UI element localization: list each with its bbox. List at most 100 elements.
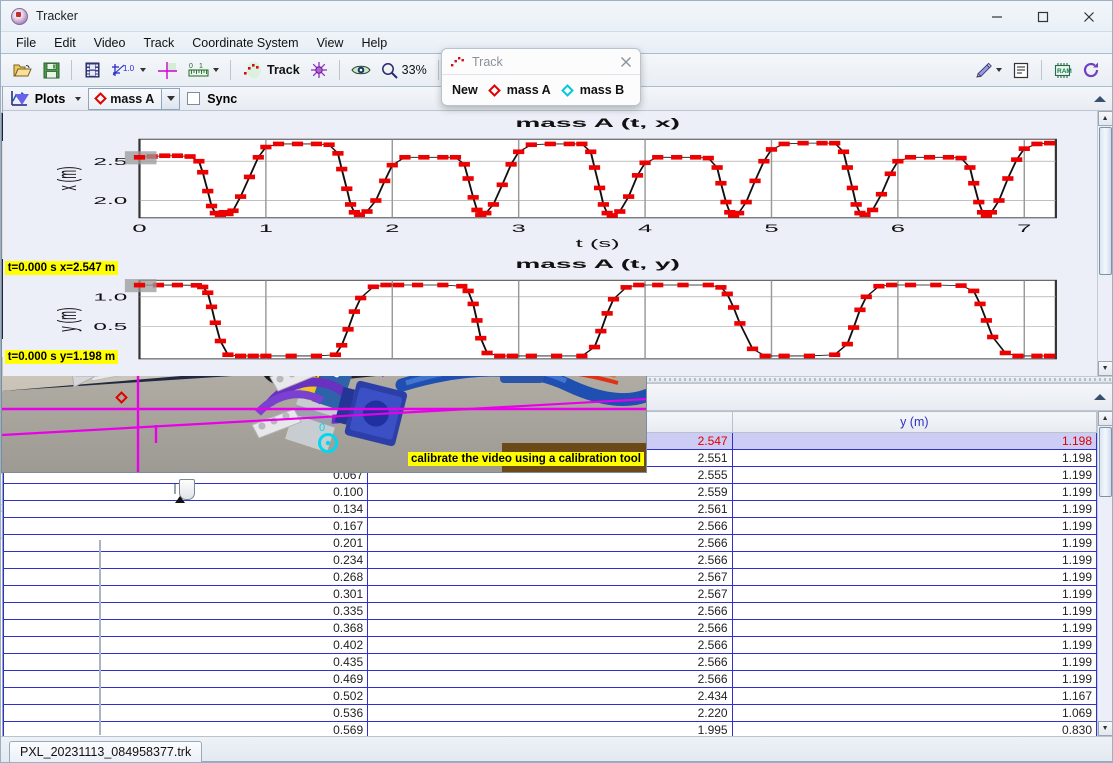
menu-video[interactable]: Video — [85, 34, 135, 52]
menu-coordinate-system[interactable]: Coordinate System — [183, 34, 307, 52]
track-popup[interactable]: Track New mass A mass B — [441, 48, 641, 106]
table-row[interactable]: 0.5362.2201.069 — [3, 705, 1096, 722]
table-cell-y[interactable]: 1.199 — [732, 603, 1096, 620]
table-row[interactable]: 0.3682.5661.199 — [3, 620, 1096, 637]
table-cell-t[interactable]: 0.435 — [3, 654, 367, 671]
table-cell-y[interactable]: 1.199 — [732, 671, 1096, 688]
plots-vertical-scrollbar[interactable]: ▲ ▼ — [1097, 111, 1112, 376]
table-cell-y[interactable]: 1.198 — [732, 433, 1096, 450]
plots-track-dropdown-arrow[interactable] — [161, 89, 179, 109]
world-view-canvas[interactable]: 0 0 — [99, 540, 101, 735]
menu-edit[interactable]: Edit — [45, 34, 85, 52]
menu-file[interactable]: File — [7, 34, 45, 52]
table-scroll-down-button[interactable]: ▼ — [1098, 721, 1113, 736]
coordinate-axes-icon[interactable] — [152, 57, 182, 83]
plots-menu-label[interactable]: Plots — [35, 92, 66, 106]
table-cell-x[interactable]: 1.995 — [368, 722, 732, 736]
table-row[interactable]: 0.1002.5591.199 — [3, 484, 1096, 501]
table-row[interactable]: 0.5022.4341.167 — [3, 688, 1096, 705]
track-item-mass-b[interactable]: mass B — [580, 83, 624, 97]
table-cell-t[interactable]: 0.368 — [3, 620, 367, 637]
menu-help[interactable]: Help — [352, 34, 396, 52]
table-cell-x[interactable]: 2.566 — [368, 552, 732, 569]
table-cell-t[interactable]: 0.167 — [3, 518, 367, 535]
scroll-up-button[interactable]: ▲ — [1098, 111, 1113, 126]
collapse-triangle-icon[interactable] — [1094, 394, 1106, 400]
table-row[interactable]: 0.1342.5611.199 — [3, 501, 1096, 518]
table-cell-y[interactable]: 1.199 — [732, 518, 1096, 535]
table-row[interactable]: 0.2342.5661.199 — [3, 552, 1096, 569]
table-row[interactable]: 0.4352.5661.199 — [3, 654, 1096, 671]
table-scroll-thumb[interactable] — [1099, 427, 1112, 497]
column-header-y[interactable]: y (m) — [732, 412, 1096, 433]
open-folder-icon[interactable] — [9, 57, 36, 83]
calibration-point-icon[interactable]: 1.0 — [107, 57, 150, 83]
chevron-down-icon[interactable] — [75, 97, 81, 101]
table-cell-x[interactable]: 2.220 — [368, 705, 732, 722]
table-cell-t[interactable]: 0.268 — [3, 569, 367, 586]
table-row[interactable]: 0.1672.5661.199 — [3, 518, 1096, 535]
table-cell-y[interactable]: 1.199 — [732, 620, 1096, 637]
chevron-down-icon[interactable] — [213, 68, 219, 72]
table-cell-x[interactable]: 2.567 — [368, 586, 732, 603]
tape-measure-icon[interactable]: 0 1 — [184, 57, 223, 83]
table-cell-t[interactable]: 0.536 — [3, 705, 367, 722]
minimize-button[interactable] — [974, 1, 1020, 32]
table-cell-t[interactable]: 0.402 — [3, 637, 367, 654]
film-strip-icon[interactable] — [79, 57, 105, 83]
table-row[interactable]: 0.3352.5661.199 — [3, 603, 1096, 620]
menu-view[interactable]: View — [308, 34, 353, 52]
table-cell-y[interactable]: 1.199 — [732, 586, 1096, 603]
table-cell-y[interactable]: 1.199 — [732, 467, 1096, 484]
table-cell-x[interactable]: 2.566 — [368, 620, 732, 637]
new-track-button[interactable]: New — [452, 83, 478, 97]
table-cell-x[interactable]: 2.559 — [368, 484, 732, 501]
table-vertical-scrollbar[interactable]: ▲ ▼ — [1097, 411, 1112, 736]
table-cell-y[interactable]: 1.199 — [732, 569, 1096, 586]
table-cell-y[interactable]: 1.199 — [732, 552, 1096, 569]
table-cell-y[interactable]: 1.198 — [732, 450, 1096, 467]
plots-scroll-thumb[interactable] — [1099, 127, 1112, 275]
table-cell-y[interactable]: 0.830 — [732, 722, 1096, 736]
plots-track-selector[interactable]: mass A — [88, 88, 180, 110]
save-disk-icon[interactable] — [38, 57, 64, 83]
table-cell-t[interactable]: 0.469 — [3, 671, 367, 688]
table-cell-x[interactable]: 2.561 — [368, 501, 732, 518]
collapse-triangle-icon[interactable] — [1094, 96, 1106, 102]
table-cell-y[interactable]: 1.199 — [732, 637, 1096, 654]
chevron-down-icon[interactable] — [140, 68, 146, 72]
notes-page-icon[interactable] — [1008, 57, 1034, 83]
plots-canvas[interactable]: mass A (t, x)2.02.5x (m)01234567t (s)mas… — [3, 111, 1097, 376]
track-button[interactable]: Track — [238, 57, 304, 83]
table-cell-y[interactable]: 1.199 — [732, 484, 1096, 501]
refresh-icon[interactable] — [1078, 57, 1104, 83]
table-row[interactable]: 0.4022.5661.199 — [3, 637, 1096, 654]
video-scrubber[interactable] — [174, 484, 176, 494]
track-item-mass-a[interactable]: mass A — [507, 83, 551, 97]
autotracker-starburst-icon[interactable] — [306, 57, 332, 83]
eye-visibility-icon[interactable] — [347, 57, 375, 83]
file-tab[interactable]: PXL_20231113_084958377.trk — [9, 741, 202, 762]
table-cell-t[interactable]: 0.502 — [3, 688, 367, 705]
table-cell-y[interactable]: 1.199 — [732, 535, 1096, 552]
table-cell-t[interactable]: 0.569 — [3, 722, 367, 736]
menu-track[interactable]: Track — [134, 34, 183, 52]
table-row[interactable]: 0.2012.5661.199 — [3, 535, 1096, 552]
table-row[interactable]: 0.4692.5661.199 — [3, 671, 1096, 688]
table-cell-t[interactable]: 0.234 — [3, 552, 367, 569]
scroll-down-button[interactable]: ▼ — [1098, 361, 1113, 376]
triangle-down-icon[interactable] — [15, 94, 29, 105]
pencil-drawing-icon[interactable] — [971, 57, 1006, 83]
table-cell-x[interactable]: 2.434 — [368, 688, 732, 705]
table-cell-y[interactable]: 1.199 — [732, 501, 1096, 518]
sync-checkbox[interactable] — [187, 92, 200, 105]
table-cell-t[interactable]: 0.201 — [3, 535, 367, 552]
plots-track-value-wrap[interactable]: mass A — [89, 89, 161, 109]
table-cell-t[interactable]: 0.134 — [3, 501, 367, 518]
table-cell-x[interactable]: 2.566 — [368, 518, 732, 535]
table-cell-y[interactable]: 1.199 — [732, 654, 1096, 671]
table-cell-x[interactable]: 2.567 — [368, 569, 732, 586]
table-cell-y[interactable]: 1.167 — [732, 688, 1096, 705]
table-cell-x[interactable]: 2.566 — [368, 603, 732, 620]
maximize-button[interactable] — [1020, 1, 1066, 32]
